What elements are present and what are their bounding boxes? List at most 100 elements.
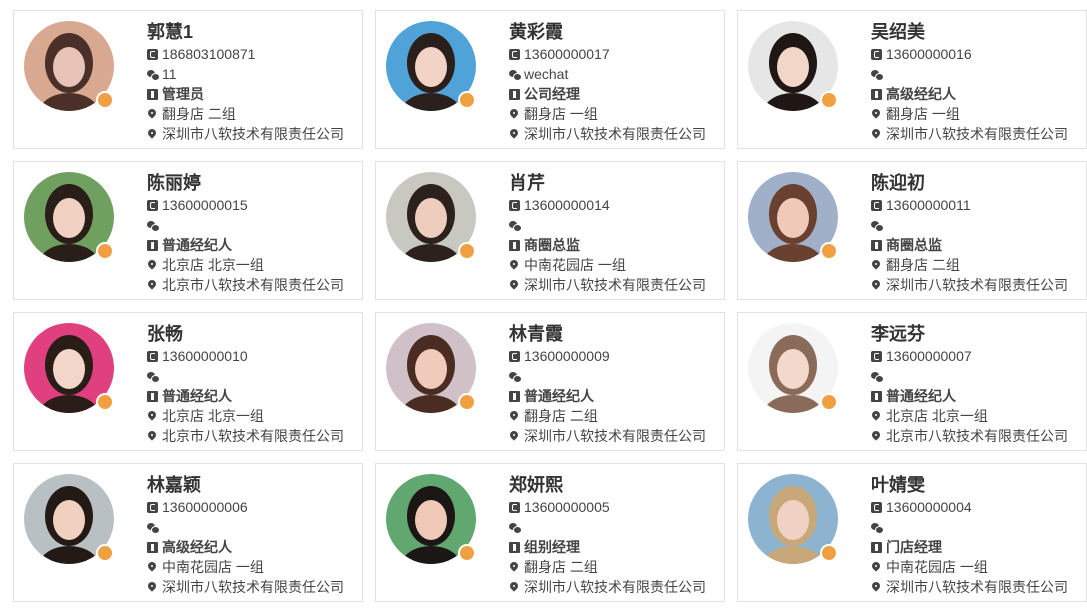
wechat-row (871, 366, 1085, 386)
location-pin-icon (147, 411, 158, 422)
id-card-icon (509, 239, 520, 251)
agent-name[interactable]: 黄彩霞 (509, 21, 723, 43)
agent-name[interactable]: 肖芹 (509, 172, 723, 194)
agent-name[interactable]: 郭慧1 (147, 21, 361, 43)
phone-icon (509, 350, 520, 362)
role-badge-icon (820, 91, 838, 109)
phone-row: 13600000007 (871, 346, 1085, 366)
phone-number: 13600000014 (524, 197, 610, 213)
agent-card[interactable]: 陈迎初 13600000011 商圈总监 翻身店 二组 深圳市八软技术有限责任公… (737, 161, 1087, 300)
location-pin-icon (147, 431, 158, 442)
phone-row: 13600000011 (871, 195, 1085, 215)
company-row: 深圳市八软技术有限责任公司 (871, 124, 1085, 144)
agent-name[interactable]: 李远芬 (871, 323, 1085, 345)
role: 商圈总监 (524, 237, 580, 253)
role: 门店经理 (886, 539, 942, 555)
role-badge-icon (820, 242, 838, 260)
store: 翻身店 二组 (886, 257, 960, 273)
agent-card[interactable]: 陈丽婷 13600000015 普通经纪人 北京店 北京一组 北京市八软技术有限… (13, 161, 363, 300)
company: 深圳市八软技术有限责任公司 (524, 428, 706, 444)
agent-card[interactable]: 黄彩霞 13600000017 wechat 公司经理 翻身店 一组 深圳市八软… (375, 10, 725, 149)
role: 公司经理 (524, 86, 580, 102)
phone-icon (871, 350, 882, 362)
phone-number: 186803100871 (162, 46, 256, 62)
phone-number: 13600000007 (886, 348, 972, 364)
store-row: 翻身店 一组 (509, 104, 723, 124)
agent-name[interactable]: 林青霞 (509, 323, 723, 345)
agent-name[interactable]: 林嘉颖 (147, 474, 361, 496)
agent-card[interactable]: 肖芹 13600000014 商圈总监 中南花园店 一组 深圳市八软技术有限责任… (375, 161, 725, 300)
store: 翻身店 一组 (524, 106, 598, 122)
company: 北京市八软技术有限责任公司 (162, 428, 344, 444)
role-badge-icon (820, 393, 838, 411)
store-row: 翻身店 二组 (147, 104, 361, 124)
phone-number: 13600000010 (162, 348, 248, 364)
agent-card[interactable]: 林青霞 13600000009 普通经纪人 翻身店 二组 深圳市八软技术有限责任… (375, 312, 725, 451)
location-pin-icon (147, 280, 158, 291)
agent-card[interactable]: 林嘉颖 13600000006 高级经纪人 中南花园店 一组 深圳市八软技术有限… (13, 463, 363, 602)
agent-name[interactable]: 陈丽婷 (147, 172, 361, 194)
phone-row: 13600000014 (509, 195, 723, 215)
location-pin-icon (147, 582, 158, 593)
agent-card[interactable]: 叶婧雯 13600000004 门店经理 中南花园店 一组 深圳市八软技术有限责… (737, 463, 1087, 602)
store: 北京店 北京一组 (886, 408, 988, 424)
wechat-row (871, 215, 1085, 235)
agent-card[interactable]: 郭慧1 186803100871 11 管理员 翻身店 二组 深圳市八软技术有限… (13, 10, 363, 149)
agent-card[interactable]: 郑妍熙 13600000005 组别经理 翻身店 二组 深圳市八软技术有限责任公… (375, 463, 725, 602)
agent-name[interactable]: 张畅 (147, 323, 361, 345)
role-row: 组别经理 (509, 537, 723, 557)
wechat-row: 11 (147, 64, 361, 84)
location-pin-icon (147, 109, 158, 120)
role-badge-icon (96, 544, 114, 562)
agent-name[interactable]: 叶婧雯 (871, 474, 1085, 496)
id-card-icon (871, 88, 882, 100)
id-card-icon (871, 390, 882, 402)
id-card-icon (147, 88, 158, 100)
agent-name[interactable]: 吴绍美 (871, 21, 1085, 43)
location-pin-icon (509, 562, 520, 573)
role-badge-icon (458, 393, 476, 411)
location-pin-icon (871, 411, 882, 422)
location-pin-icon (509, 109, 520, 120)
wechat-id: 11 (162, 66, 177, 82)
role-badge-icon (458, 91, 476, 109)
agent-name[interactable]: 陈迎初 (871, 172, 1085, 194)
phone-icon (509, 199, 520, 211)
id-card-icon (147, 239, 158, 251)
agent-card[interactable]: 吴绍美 13600000016 高级经纪人 翻身店 一组 深圳市八软技术有限责任… (737, 10, 1087, 149)
agent-card[interactable]: 张畅 13600000010 普通经纪人 北京店 北京一组 北京市八软技术有限责… (13, 312, 363, 451)
store-row: 中南花园店 一组 (871, 557, 1085, 577)
company: 深圳市八软技术有限责任公司 (886, 579, 1068, 595)
store: 北京店 北京一组 (162, 257, 264, 273)
phone-icon (147, 350, 158, 362)
wechat-icon (871, 220, 884, 232)
company: 深圳市八软技术有限责任公司 (524, 579, 706, 595)
phone-number: 13600000004 (886, 499, 972, 515)
location-pin-icon (509, 129, 520, 140)
company-row: 深圳市八软技术有限责任公司 (509, 124, 723, 144)
phone-icon (509, 501, 520, 513)
wechat-id: wechat (524, 66, 569, 82)
store: 翻身店 二组 (524, 559, 598, 575)
company-row: 深圳市八软技术有限责任公司 (147, 124, 361, 144)
location-pin-icon (509, 411, 520, 422)
company-row: 北京市八软技术有限责任公司 (147, 275, 361, 295)
agent-card[interactable]: 李远芬 13600000007 普通经纪人 北京店 北京一组 北京市八软技术有限… (737, 312, 1087, 451)
location-pin-icon (509, 582, 520, 593)
agent-name[interactable]: 郑妍熙 (509, 474, 723, 496)
phone-icon (147, 199, 158, 211)
phone-row: 13600000016 (871, 44, 1085, 64)
wechat-row: wechat (509, 64, 723, 84)
store: 翻身店 二组 (524, 408, 598, 424)
location-pin-icon (509, 260, 520, 271)
role: 商圈总监 (886, 237, 942, 253)
store: 中南花园店 一组 (886, 559, 988, 575)
company-row: 深圳市八软技术有限责任公司 (509, 275, 723, 295)
wechat-icon (147, 371, 160, 383)
location-pin-icon (871, 582, 882, 593)
location-pin-icon (147, 562, 158, 573)
store-row: 翻身店 二组 (509, 557, 723, 577)
phone-row: 13600000009 (509, 346, 723, 366)
id-card-icon (147, 390, 158, 402)
location-pin-icon (871, 109, 882, 120)
